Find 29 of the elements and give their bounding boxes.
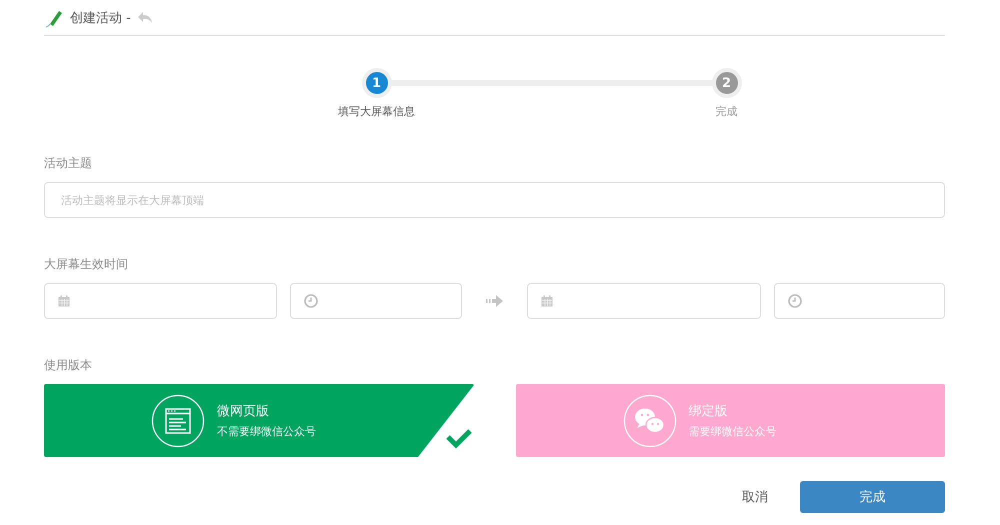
clock-icon	[788, 294, 802, 308]
webpage-icon	[151, 394, 205, 448]
finish-button[interactable]: 完成	[800, 481, 945, 513]
chat-bubbles-icon	[622, 394, 676, 448]
version-description: 需要绑微信公众号	[688, 424, 778, 439]
right-arrow-icon	[486, 295, 504, 307]
clock-icon	[304, 294, 318, 308]
version-title: 微网页版	[217, 403, 270, 420]
version-description: 不需要绑微信公众号	[217, 424, 317, 439]
date-input[interactable]	[44, 283, 278, 319]
field-label: 活动主题	[44, 155, 93, 172]
calendar-icon	[541, 295, 554, 307]
step-label: 填写大屏幕信息	[338, 104, 415, 119]
page-title: 创建活动 -	[70, 10, 131, 26]
calendar-icon	[58, 295, 70, 307]
time-input[interactable]	[774, 283, 946, 319]
date-input[interactable]	[527, 283, 761, 319]
step-label: 完成	[716, 104, 738, 119]
step-circle: 2	[712, 68, 742, 98]
cancel-button[interactable]: 取消	[734, 488, 776, 506]
field-label: 使用版本	[44, 357, 93, 374]
time-input[interactable]	[290, 283, 462, 319]
topic-input[interactable]: 活动主题将显示在大屏幕顶端	[44, 182, 945, 218]
back-arrow-icon[interactable]	[136, 10, 153, 24]
step-circle: 1	[362, 68, 392, 98]
check-corner-icon	[418, 385, 474, 457]
version-title: 绑定版	[688, 403, 728, 420]
field-label: 大屏幕生效时间	[44, 256, 129, 273]
version-card[interactable]: 微网页版 不需要绑微信公众号	[44, 384, 474, 457]
